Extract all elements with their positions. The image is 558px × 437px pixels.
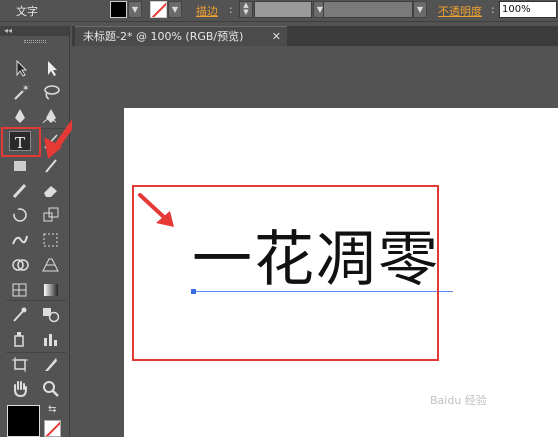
pen-nib-icon: [15, 109, 25, 123]
warp-tool[interactable]: [9, 230, 31, 250]
scale-icon: [43, 207, 59, 222]
type-tool-annotation-box: [1, 127, 41, 157]
selection-arrow-icon: [16, 59, 28, 77]
direct-selection-arrow-icon: [48, 61, 57, 76]
hand-icon: [14, 381, 27, 398]
fill-color-box[interactable]: [7, 405, 40, 437]
stroke-dropdown[interactable]: ▼: [168, 1, 182, 18]
stroke-colon: :: [229, 3, 233, 16]
pencil-icon: [12, 183, 27, 199]
none-stroke-icon: [45, 421, 60, 436]
variable-width-dropdown[interactable]: ▼: [413, 1, 427, 18]
perspective-grid-icon: [42, 258, 59, 272]
eyedropper-icon: [13, 307, 27, 322]
rotate-icon: [13, 208, 27, 222]
document-tab-bar: 未标题-2* @ 100% (RGB/预览) ✕: [72, 26, 558, 46]
free-transform-icon: [43, 233, 58, 247]
artboard-tool[interactable]: [9, 354, 31, 374]
rotate-tool[interactable]: [9, 205, 31, 225]
magic-wand-tool[interactable]: ✶: [9, 82, 31, 102]
pen-tool[interactable]: [9, 106, 31, 126]
control-bar: 文字 ▼ ▼ 描边 : ▲ ▼ ▼ ▼ 不透明度 : 100%: [0, 0, 558, 22]
opacity-label[interactable]: 不透明度: [438, 3, 482, 19]
stroke-weight-input[interactable]: [254, 1, 312, 18]
canvas-workspace[interactable]: 一花凋零: [72, 46, 558, 437]
warp-icon: [12, 235, 28, 245]
selection-tool[interactable]: [9, 58, 31, 78]
pencil-tool[interactable]: [9, 180, 31, 200]
document-tab-title: 未标题-2* @ 100% (RGB/预览): [83, 30, 244, 43]
opacity-input[interactable]: 100%: [499, 1, 557, 18]
column-graph-icon: [44, 334, 57, 346]
toolbox-separator: [6, 352, 66, 353]
mesh-icon: [12, 283, 27, 297]
symbol-sprayer-icon: [14, 332, 24, 347]
eraser-tool[interactable]: [40, 180, 62, 200]
text-annotation-box: [132, 185, 439, 361]
shape-builder-tool[interactable]: [9, 255, 31, 275]
variable-width-select[interactable]: [323, 1, 413, 18]
annotation-arrow-to-text: [138, 193, 174, 227]
watermark: Baidu 经验: [430, 394, 487, 407]
stroke-label[interactable]: 描边: [196, 3, 218, 19]
blend-tool[interactable]: [40, 304, 62, 324]
fill-dropdown[interactable]: ▼: [128, 1, 142, 18]
knife-icon: [45, 358, 57, 371]
fill-swatch[interactable]: [110, 1, 127, 18]
rectangle-tool[interactable]: [9, 156, 31, 176]
tool-name-label: 文字: [16, 5, 38, 18]
hand-tool[interactable]: [9, 378, 31, 398]
mesh-tool[interactable]: [9, 280, 31, 300]
toolbox-grip[interactable]: [23, 40, 46, 43]
gradient-tool[interactable]: [40, 280, 62, 300]
stroke-color-box[interactable]: [44, 420, 61, 437]
blend-icon: [43, 308, 60, 323]
symbol-sprayer-tool[interactable]: [9, 329, 31, 349]
swap-fill-stroke-icon[interactable]: ⇆: [48, 404, 56, 415]
artboard-icon: [12, 357, 28, 372]
gradient-icon: [44, 284, 58, 296]
toolbox-separator: [6, 300, 66, 301]
column-graph-tool[interactable]: [40, 329, 62, 349]
direct-selection-tool[interactable]: [40, 58, 62, 78]
magic-wand-icon: ✶: [14, 84, 30, 100]
scale-tool[interactable]: [40, 205, 62, 225]
shape-builder-icon: [12, 259, 29, 271]
eraser-icon: [44, 186, 57, 197]
magnifier-icon: [43, 381, 59, 397]
stroke-swatch[interactable]: [150, 1, 167, 18]
close-icon[interactable]: ✕: [272, 27, 281, 46]
slice-tool[interactable]: [40, 354, 62, 374]
rectangle-icon: [14, 161, 26, 171]
zoom-tool[interactable]: [40, 378, 62, 398]
stroke-weight-stepper[interactable]: ▲ ▼: [239, 1, 253, 18]
svg-text:✶: ✶: [22, 84, 30, 94]
eyedropper-tool[interactable]: [9, 304, 31, 324]
document-tab[interactable]: 未标题-2* @ 100% (RGB/预览) ✕: [75, 26, 287, 46]
opacity-colon: :: [491, 3, 495, 16]
perspective-grid-tool[interactable]: [40, 255, 62, 275]
toolbox-collapse-icon[interactable]: ◂◂: [0, 26, 69, 36]
none-swatch-icon: [151, 2, 166, 17]
free-transform-tool[interactable]: [40, 230, 62, 250]
